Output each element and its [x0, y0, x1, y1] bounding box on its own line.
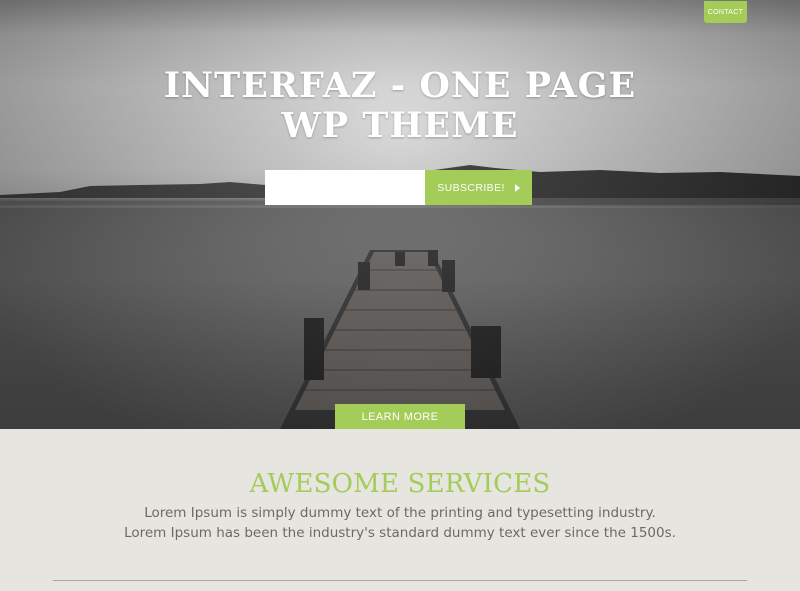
email-input[interactable] [265, 170, 425, 205]
services-text-line-1: Lorem Ipsum is simply dummy text of the … [144, 505, 656, 521]
subscribe-button[interactable]: SUBSCRIBE! [425, 170, 532, 205]
services-heading: AWESOME SERVICES [249, 469, 551, 499]
services-description: Lorem Ipsum is simply dummy text of the … [0, 503, 800, 543]
contact-button[interactable]: CONTACT [704, 1, 747, 23]
subscribe-button-label: SUBSCRIBE! [437, 181, 505, 194]
learn-more-button[interactable]: LEARN MORE [335, 404, 465, 429]
caret-right-icon [514, 183, 520, 192]
hero-title-line-2: WP THEME [281, 105, 519, 146]
hero-title: INTERFAZ - ONE PAGE WP THEME [0, 66, 800, 146]
services-text-line-2: Lorem Ipsum has been the industry's stan… [124, 525, 676, 541]
section-divider [53, 580, 747, 581]
hero-title-line-1: INTERFAZ - ONE PAGE [163, 65, 637, 106]
services-section: AWESOME SERVICES Lorem Ipsum is simply d… [0, 429, 800, 591]
hero-section: CONTACT INTERFAZ - ONE PAGE WP THEME SUB… [0, 0, 800, 429]
subscribe-form: SUBSCRIBE! [265, 170, 532, 205]
